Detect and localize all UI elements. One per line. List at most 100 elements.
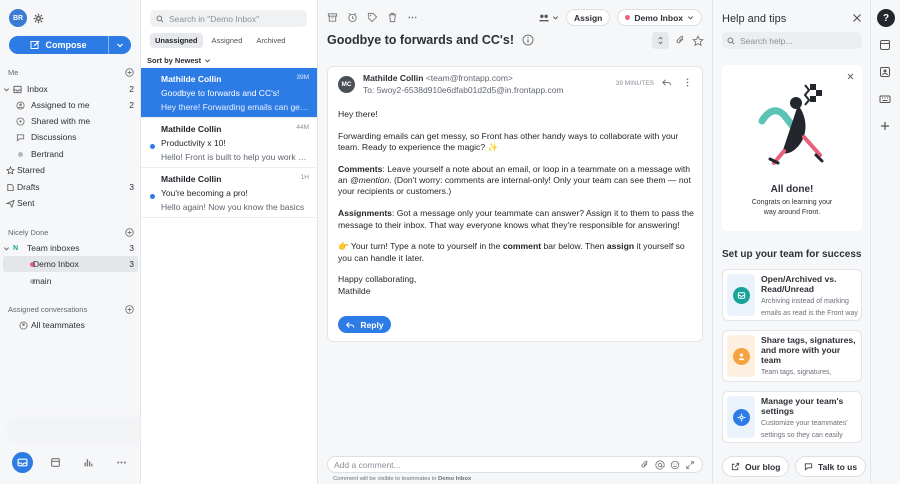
search-icon [727, 36, 735, 45]
close-icon[interactable] [852, 13, 862, 23]
sidebar-item-team-inboxes[interactable]: N Team inboxes 3 [3, 240, 138, 256]
unread-dot-icon [150, 144, 155, 149]
expand-icon[interactable] [685, 460, 695, 470]
compose-button[interactable]: Compose [9, 36, 131, 54]
sidebar-item-drafts[interactable]: Drafts 3 [3, 179, 138, 195]
external-link-icon [731, 462, 740, 471]
add-circle-icon[interactable] [125, 228, 134, 237]
conversation-sender: Mathilde Collin [161, 124, 222, 134]
user-avatar[interactable]: BR [9, 9, 27, 27]
shared-icon [3, 116, 27, 126]
team-badge: N [13, 244, 19, 252]
expand-collapse-icon[interactable] [652, 32, 669, 49]
conversation-sender: Mathilde Collin [161, 74, 222, 84]
compose-options-chevron-icon[interactable] [109, 41, 131, 49]
add-circle-icon[interactable] [125, 68, 134, 77]
turn-comment-word: comment [502, 241, 542, 252]
mention-text: @mention [349, 175, 390, 186]
sidebar-item-shared-with-me[interactable]: Shared with me [3, 113, 138, 129]
help-card[interactable]: Share tags, signatures, and more with yo… [722, 330, 862, 382]
reply-button[interactable]: Reply [338, 316, 391, 333]
conversation-item[interactable]: Mathilde Collin 39M Goodbye to forwards a… [141, 68, 317, 118]
star-icon[interactable] [692, 34, 704, 47]
inbox-app-icon[interactable] [12, 452, 33, 473]
archive-icon[interactable] [327, 12, 338, 23]
celebration-illustration [750, 81, 834, 173]
conversation-list-panel: Search in "Demo Inbox" Unassigned Assign… [141, 0, 318, 484]
mention-icon[interactable] [655, 460, 665, 470]
snooze-icon[interactable] [347, 12, 358, 23]
sidebar-item-label: Sent [17, 198, 35, 208]
sidebar-item-starred[interactable]: Starred [3, 162, 138, 178]
info-icon[interactable] [522, 34, 534, 46]
calendar-app-icon[interactable] [45, 452, 66, 473]
chevron-down-icon [204, 57, 211, 64]
help-search-input[interactable]: Search help... [722, 32, 862, 49]
add-circle-icon[interactable] [125, 305, 134, 314]
sidebar-item-all-teammates[interactable]: All teammates [3, 317, 138, 333]
trash-icon[interactable] [387, 12, 398, 23]
message-time: 39 MINUTES [615, 80, 654, 87]
sidebar-item-label: All teammates [31, 320, 85, 330]
add-icon[interactable] [879, 120, 891, 132]
sidebar-item-bertrand[interactable]: Bertrand [3, 146, 138, 162]
kebab-menu-icon[interactable] [682, 77, 693, 88]
comment-placeholder: Add a comment... [334, 459, 401, 470]
more-apps-icon[interactable] [111, 452, 132, 473]
right-rail: ? [870, 0, 900, 484]
assign-button[interactable]: Assign [566, 9, 611, 26]
help-card-thumbnail [727, 396, 755, 438]
conversation-item[interactable]: Mathilde Collin 44M Productivity x 10! He… [141, 118, 317, 168]
help-card[interactable]: Open/Archived vs. Read/Unread Archiving … [722, 269, 862, 321]
help-question-icon[interactable]: ? [877, 9, 895, 27]
compose-label: Compose [45, 40, 87, 50]
tag-icon[interactable] [367, 12, 378, 23]
reply-icon[interactable] [661, 77, 672, 88]
tab-unassigned[interactable]: Unassigned [150, 33, 203, 48]
reply-label: Reply [360, 319, 384, 330]
inbox-icon [13, 85, 27, 94]
comment-actions [640, 460, 695, 470]
assignments-heading: Assignments [338, 208, 392, 219]
sidebar-item-demo-inbox[interactable]: Demo Inbox 3 [3, 256, 138, 272]
our-blog-button[interactable]: Our blog [722, 456, 790, 477]
sender-name[interactable]: Mathilde Collin [363, 73, 423, 83]
more-options-icon[interactable] [407, 12, 418, 23]
setup-heading: Set up your team for success [722, 249, 862, 260]
message-to: To: 5woy2-6538d910e6dfab01d2d5@in.fronta… [363, 85, 564, 95]
inbox-move-dropdown[interactable]: Demo Inbox [617, 9, 702, 26]
attachment-icon[interactable] [640, 460, 650, 470]
subject-actions [652, 32, 704, 49]
sidebar-item-discussions[interactable]: Discussions [3, 129, 138, 145]
sidebar-item-sent[interactable]: Sent [3, 195, 138, 211]
close-icon[interactable] [847, 73, 854, 80]
sidebar-item-label: main [33, 276, 52, 286]
attachment-icon[interactable] [675, 35, 686, 46]
inbox-move-label: Demo Inbox [634, 12, 683, 23]
inbox-search-input[interactable]: Search in "Demo Inbox" [150, 10, 307, 27]
emoji-icon[interactable] [670, 460, 680, 470]
talk-to-us-button[interactable]: Talk to us [795, 456, 867, 477]
conversation-item[interactable]: Mathilde Collin 1H You're becoming a pro!… [141, 168, 317, 218]
sidebar-item-inbox[interactable]: Inbox 2 [3, 81, 138, 97]
sort-dropdown[interactable]: Sort by Newest [147, 56, 211, 65]
help-card-title: Manage your team's settings [761, 396, 844, 416]
help-card[interactable]: Manage your team's settings Customize yo… [722, 391, 862, 443]
turn-assign-word: assign [606, 241, 635, 252]
message-panel: Assign Demo Inbox Goodbye to forwards an… [318, 0, 712, 484]
analytics-app-icon[interactable] [78, 452, 99, 473]
section-me-label: Me [8, 68, 19, 77]
comment-input[interactable]: Add a comment... [327, 456, 703, 473]
contact-card-icon[interactable] [879, 39, 891, 51]
keyboard-icon[interactable] [879, 93, 891, 105]
settings-gear-icon[interactable] [33, 13, 44, 24]
tab-assigned[interactable]: Assigned [207, 33, 248, 48]
person-card-icon[interactable] [879, 66, 891, 78]
sidebar-item-assigned-to-me[interactable]: Assigned to me 2 [3, 97, 138, 113]
chevron-down-icon[interactable] [3, 86, 13, 93]
chevron-down-icon [552, 14, 559, 21]
chevron-down-icon[interactable] [3, 245, 13, 252]
teammates-dropdown[interactable] [538, 13, 559, 23]
sidebar-item-main[interactable]: main [3, 273, 138, 289]
tab-archived[interactable]: Archived [251, 33, 290, 48]
